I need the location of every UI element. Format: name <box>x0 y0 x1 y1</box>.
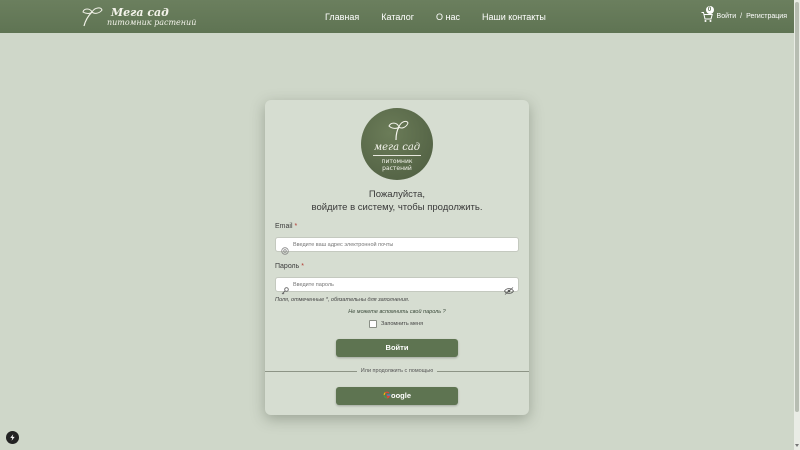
required-fields-note: Поля, отмеченные *, обязательны для запо… <box>275 297 410 303</box>
scroll-down-arrow-icon[interactable] <box>795 444 799 447</box>
password-required-mark: * <box>301 263 304 270</box>
brand-badge-logo: мега сад питомник растений <box>361 108 433 180</box>
welcome-line2: войдите в систему, чтобы продолжить. <box>311 202 483 213</box>
remember-me-label: Запомнить меня <box>381 321 424 327</box>
leaf-logo-icon <box>82 6 103 26</box>
badge-subtitle: питомник растений <box>361 158 433 172</box>
remember-me[interactable]: Запомнить меня <box>369 320 423 328</box>
site-logo[interactable]: Мега сад питомник растений <box>80 3 196 30</box>
badge-title: мега сад <box>373 142 421 153</box>
email-field[interactable] <box>275 237 519 255</box>
email-label-text: Email <box>275 223 293 230</box>
badge-sub-line2: растений <box>382 165 412 172</box>
cart-button[interactable]: 0 <box>701 5 714 23</box>
toggle-password-visibility-icon[interactable] <box>504 280 514 295</box>
password-label: Пароль * <box>275 263 304 270</box>
key-icon <box>281 280 291 294</box>
welcome-message: Пожалуйста, войдите в систему, чтобы про… <box>265 188 529 214</box>
email-required-mark: * <box>294 223 298 230</box>
nav-about[interactable]: О нас <box>436 12 460 22</box>
password-input[interactable] <box>293 281 504 288</box>
badge-sub-line1: питомник <box>381 158 413 165</box>
forgot-password-text[interactable]: Не можете вспомнить свой пароль ? <box>348 309 445 315</box>
google-login-button[interactable]: oogle <box>336 387 458 405</box>
lightning-icon <box>10 434 15 441</box>
scrollbar-thumb[interactable] <box>795 2 799 412</box>
password-field[interactable] <box>275 277 519 295</box>
logo-subtitle: питомник растений <box>107 17 197 27</box>
site-header: Мега сад питомник растений Главная Катал… <box>0 0 794 33</box>
email-label: Email * <box>275 223 297 230</box>
page-scrollbar[interactable] <box>794 0 800 450</box>
login-card: мега сад питомник растений Пожалуйста, в… <box>265 100 529 415</box>
login-link[interactable]: Войти <box>717 13 737 20</box>
google-button-label: oogle <box>391 391 411 400</box>
google-g-icon <box>383 391 391 399</box>
main-nav: Главная Каталог О нас Наши контакты <box>325 0 568 33</box>
cart-count-badge: 0 <box>705 5 714 14</box>
badge-divider <box>373 155 421 156</box>
forgot-password-link: Не можете вспомнить свой пароль ? <box>265 309 529 315</box>
remember-me-checkbox[interactable] <box>369 320 377 328</box>
auth-links: 0 Войти / Регистрация <box>701 0 787 33</box>
register-link[interactable]: Регистрация <box>746 13 787 20</box>
logo-title: Мега сад <box>111 5 169 19</box>
welcome-line1: Пожалуйста, <box>368 189 426 200</box>
auth-separator: / <box>740 13 743 20</box>
password-label-text: Пароль <box>275 263 300 270</box>
divider-text: Или продолжить с помощью <box>357 368 437 375</box>
login-submit-button[interactable]: Войти <box>336 339 458 357</box>
floating-action-button[interactable] <box>6 431 19 444</box>
at-sign-icon <box>281 240 291 255</box>
nav-home[interactable]: Главная <box>325 12 359 22</box>
email-input[interactable] <box>293 241 518 248</box>
nav-catalog[interactable]: Каталог <box>381 12 414 22</box>
nav-contacts[interactable]: Наши контакты <box>482 12 546 22</box>
sprout-icon <box>388 120 409 140</box>
